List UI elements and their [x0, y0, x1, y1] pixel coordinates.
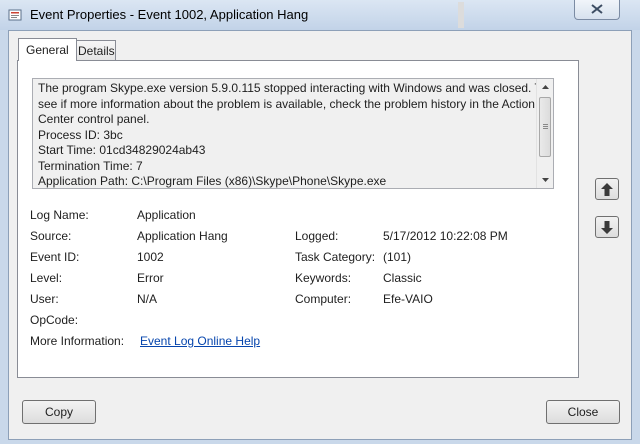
source-label: Source: [30, 229, 72, 243]
copy-button-label: Copy [44, 405, 73, 419]
description-line: Application Path: C:\Program Files (x86)… [38, 174, 387, 188]
close-icon [591, 3, 603, 17]
close-button[interactable]: Close [546, 400, 620, 424]
window-title: Event Properties - Event 1002, Applicati… [30, 7, 309, 22]
keywords-value[interactable]: Classic [383, 271, 422, 285]
level-label: Level: [30, 271, 63, 285]
description-line: Center control panel. [38, 112, 150, 126]
opcode-label: OpCode: [30, 313, 79, 327]
previous-event-button[interactable] [595, 178, 619, 200]
description-text: The program Skype.exe version 5.9.0.115 … [38, 81, 548, 188]
computer-value[interactable]: Efe-VAIO [383, 292, 433, 306]
description-line: The program Skype.exe version 5.9.0.115 … [38, 81, 548, 95]
scroll-up-arrow[interactable] [537, 79, 553, 95]
logged-value[interactable]: 5/17/2012 10:22:08 PM [383, 229, 508, 243]
chevron-down-icon [541, 178, 549, 182]
arrow-down-icon [601, 220, 613, 234]
description-line: see if more information about the proble… [38, 96, 535, 111]
close-button-label: Close [567, 405, 599, 419]
log-name-value[interactable]: Application [137, 208, 196, 222]
user-label: User: [30, 292, 59, 306]
keywords-label: Keywords: [295, 271, 352, 285]
scrollbar-thumb[interactable] [539, 97, 551, 157]
task-category-label: Task Category: [295, 250, 376, 264]
tab-label: General [26, 43, 69, 57]
log-name-label: Log Name: [30, 208, 89, 222]
event-description[interactable]: The program Skype.exe version 5.9.0.115 … [32, 78, 554, 189]
computer-label: Computer: [295, 292, 352, 306]
user-value[interactable]: N/A [137, 292, 157, 306]
more-information-label: More Information: [30, 334, 125, 348]
title-bar[interactable]: Event Properties - Event 1002, Applicati… [0, 0, 640, 30]
next-event-button[interactable] [595, 216, 619, 238]
task-category-value[interactable]: (101) [383, 250, 411, 264]
tab-label: Details [78, 44, 115, 58]
logged-label: Logged: [295, 229, 339, 243]
description-scrollbar[interactable] [536, 79, 553, 188]
description-line: Termination Time: 7 [38, 158, 143, 173]
tab-general[interactable]: General [18, 38, 77, 61]
description-line: Start Time: 01cd34829024ab43 [38, 143, 206, 157]
arrow-up-icon [601, 182, 613, 196]
source-value[interactable]: Application Hang [137, 229, 228, 243]
chevron-up-icon [541, 85, 549, 89]
event-id-label: Event ID: [30, 250, 80, 264]
description-line: Process ID: 3bc [38, 127, 123, 142]
event-id-value[interactable]: 1002 [137, 250, 164, 264]
copy-button[interactable]: Copy [22, 400, 96, 424]
level-value[interactable]: Error [137, 271, 164, 285]
tab-details[interactable]: Details [70, 40, 116, 61]
scroll-down-arrow[interactable] [537, 172, 553, 188]
event-viewer-icon [8, 8, 22, 22]
background-bleed [458, 2, 464, 28]
event-log-online-help-link[interactable]: Event Log Online Help [140, 334, 260, 348]
window-frame: Event Properties - Event 1002, Applicati… [0, 0, 640, 444]
window-close-button[interactable] [574, 0, 620, 20]
